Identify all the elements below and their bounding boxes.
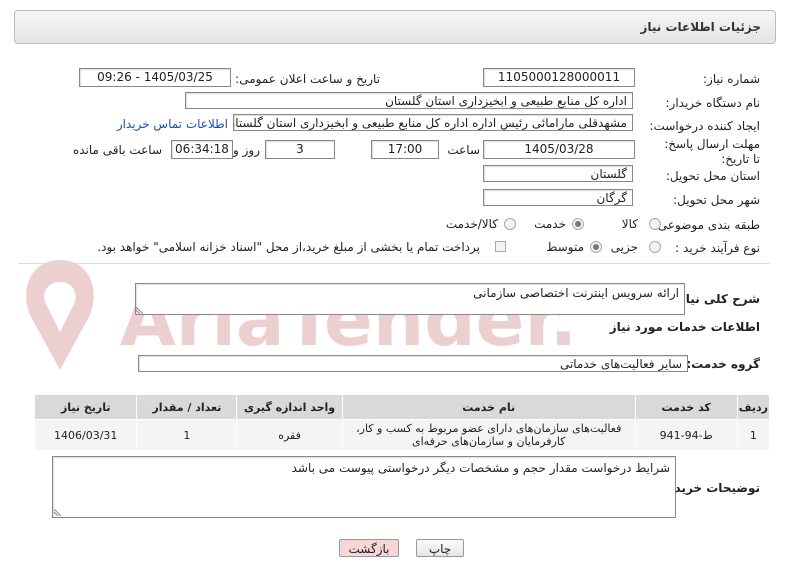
creator-label: ایجاد کننده درخواست: (649, 119, 760, 133)
col-unit: واحد اندازه گیری (236, 394, 343, 420)
deadline-date-field: 1405/03/28 (483, 140, 635, 159)
panel-header: جزئیات اطلاعات نیاز (14, 10, 776, 44)
province-field: گلستان (483, 165, 633, 182)
cell-unit: فقره (236, 419, 343, 451)
cell-qty: 1 (136, 419, 238, 451)
col-name: نام خدمت (341, 394, 636, 420)
category-option-goods: کالا (621, 217, 638, 231)
buyer-field: اداره کل منابع طبیعی و ابخیزداری استان گ… (185, 92, 633, 109)
service-group-field: سایر فعالیت‌های خدماتی (138, 355, 688, 372)
buyer-label: نام دستگاه خریدار: (665, 96, 761, 110)
buyer-notes-field: شرایط درخواست مقدار حجم و مشخصات دیگر در… (52, 456, 676, 518)
cell-date: 1406/03/31 (33, 419, 138, 451)
summary-label: شرح کلی نیاز: (674, 292, 760, 306)
need-number-field: 1105000128000011 (483, 68, 635, 87)
province-label: استان محل تحویل: (665, 169, 760, 183)
category-radio-goods[interactable] (649, 218, 661, 230)
remaining-time-label: ساعت باقی مانده (72, 143, 162, 157)
remaining-time-field: 06:34:18 (171, 140, 233, 159)
days-field: 3 (265, 140, 335, 159)
category-label: طبقه بندی موضوعی: (653, 218, 760, 232)
category-option-goods-service: کالا/خدمت (445, 217, 498, 231)
creator-field: مشهدقلی مارامائی رئیس اداره اداره کل منا… (233, 114, 633, 131)
services-table: ردیف کد خدمت نام خدمت واحد اندازه گیری ت… (33, 394, 771, 451)
category-radio-goods-service[interactable] (504, 218, 516, 230)
col-index: ردیف (736, 394, 771, 420)
service-group-label: گروه خدمت: (686, 357, 760, 371)
process-option-medium: متوسط (546, 240, 584, 254)
announce-label: تاریخ و ساعت اعلان عمومی: (235, 72, 380, 86)
category-option-service: خدمت (534, 217, 566, 231)
table-row: 1 ط-94-941 فعالیت‌های سازمان‌های دارای ع… (33, 419, 771, 451)
divider (18, 263, 770, 264)
deadline-time-field: 17:00 (371, 140, 439, 159)
summary-field: ارائه سرویس اینترنت اختصاصی سازمانی (135, 283, 685, 315)
need-number-label: شماره نیاز: (703, 72, 760, 86)
treasury-payment-checkbox[interactable] (495, 241, 506, 252)
category-radio-service[interactable] (572, 218, 584, 230)
deadline-label: مهلت ارسال پاسخ: تا تاریخ: (664, 137, 760, 166)
process-option-minor: جزیی (610, 240, 638, 254)
deadline-time-label: ساعت (447, 143, 480, 157)
table-header-row: ردیف کد خدمت نام خدمت واحد اندازه گیری ت… (33, 394, 771, 420)
back-button[interactable]: بازگشت (339, 539, 399, 557)
process-radio-medium[interactable] (590, 241, 602, 253)
cell-name: فعالیت‌های سازمان‌های دارای عضو مربوط به… (341, 419, 636, 451)
resize-handle-icon[interactable] (54, 509, 61, 516)
announce-field: 1405/03/25 - 09:26 (79, 68, 231, 87)
days-label: روز و (233, 143, 260, 157)
col-code: کد خدمت (634, 394, 738, 420)
print-button[interactable]: چاپ (416, 539, 464, 557)
col-qty: تعداد / مقدار (136, 394, 238, 420)
contact-info-link[interactable]: اطلاعات تماس خریدار (117, 117, 228, 131)
col-date: تاریخ نیاز (33, 394, 138, 420)
services-section-title: اطلاعات خدمات مورد نیاز (609, 320, 760, 334)
watermark-logo-icon (26, 260, 94, 370)
city-label: شهر محل تحویل: (673, 193, 760, 207)
process-radio-minor[interactable] (649, 241, 661, 253)
payment-note: پرداخت تمام یا بخشی از مبلغ خرید،از محل … (97, 240, 480, 254)
city-field: گرگان (483, 189, 633, 206)
page-title: جزئیات اطلاعات نیاز (640, 20, 761, 34)
resize-handle-icon[interactable] (136, 307, 143, 314)
cell-code: ط-94-941 (634, 419, 738, 451)
cell-index: 1 (736, 419, 771, 451)
process-label: نوع فرآیند خرید : (675, 241, 760, 255)
